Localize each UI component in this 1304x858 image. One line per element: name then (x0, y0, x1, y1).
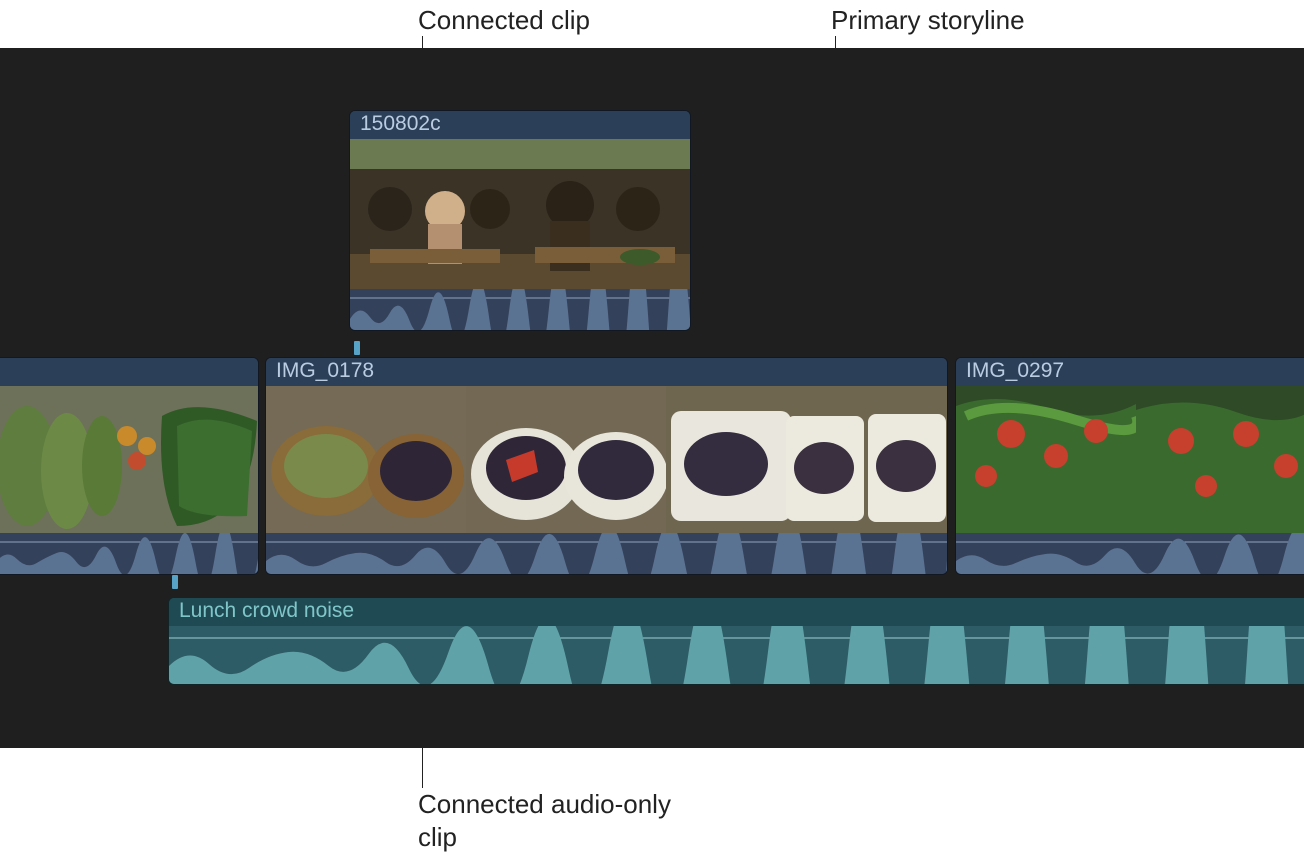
clip-thumbnail-icon (350, 139, 520, 289)
waveform-icon (266, 533, 947, 575)
clip-thumbnail-icon (666, 386, 866, 533)
primary-clip[interactable] (0, 357, 259, 575)
clip-connector (172, 575, 178, 589)
clip-title: IMG_0178 (266, 358, 947, 386)
clip-thumbnail-icon (1136, 386, 1304, 533)
clip-title: Lunch crowd noise (169, 598, 1304, 626)
connected-audio-clip[interactable]: Lunch crowd noise (168, 597, 1304, 685)
callout-connected-clip: Connected clip (418, 4, 590, 37)
callout-connected-audio: Connected audio-only clip (418, 788, 678, 853)
clip-thumbnail-icon (520, 139, 690, 289)
clip-thumbnail-icon (956, 386, 1136, 533)
timeline-canvas[interactable]: 150802c (0, 48, 1304, 748)
clip-title (0, 358, 258, 386)
callout-primary-storyline: Primary storyline (831, 4, 1025, 37)
clip-title: IMG_0297 (956, 358, 1304, 386)
primary-clip[interactable]: IMG_0178 (265, 357, 948, 575)
clip-thumbnail-icon (466, 386, 666, 533)
waveform-icon (0, 533, 258, 575)
clip-connector (354, 341, 360, 355)
waveform-icon (350, 289, 690, 331)
clip-thumbnail-icon (266, 386, 466, 533)
clip-title: 150802c (350, 111, 690, 139)
waveform-icon (169, 626, 1304, 685)
primary-clip[interactable]: IMG_0297 (955, 357, 1304, 575)
connected-clip[interactable]: 150802c (349, 110, 691, 331)
waveform-icon (956, 533, 1304, 575)
clip-thumbnail-icon (0, 386, 258, 533)
clip-thumbnail-icon (866, 386, 947, 533)
